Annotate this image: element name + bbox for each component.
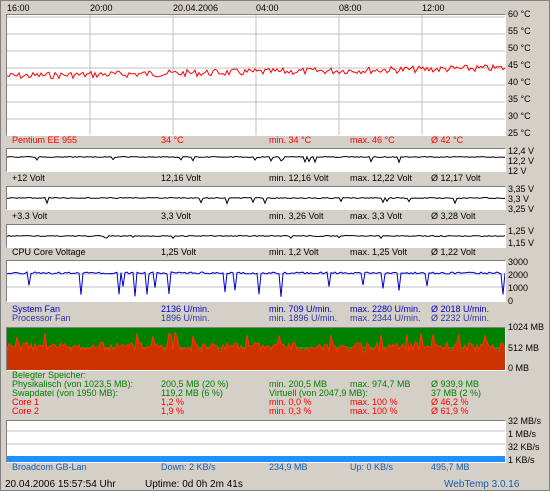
fan-max: max. 2344 U/min. bbox=[350, 313, 421, 323]
y-tick: 3,3 V bbox=[508, 194, 530, 204]
y-tick: 12,4 V bbox=[508, 146, 535, 156]
v12-avg: Ø 12,17 Volt bbox=[431, 173, 481, 183]
v33-graph bbox=[6, 186, 506, 210]
v33-current: 3,3 Volt bbox=[161, 211, 192, 221]
vcore-avg: Ø 1,22 Volt bbox=[431, 247, 476, 257]
temp-max: max. 46 °C bbox=[350, 135, 395, 145]
temp-sensor-name: Pentium EE 955 bbox=[12, 135, 78, 145]
status-datetime: 20.04.2006 15:57:54 Uhr bbox=[5, 479, 116, 490]
y-tick: 1024 MB bbox=[508, 322, 545, 332]
net-up-total: 495,7 MB bbox=[431, 462, 470, 472]
app-version-link[interactable]: WebTemp 3.0.16 bbox=[444, 479, 519, 490]
y-tick: 12 V bbox=[508, 166, 527, 176]
v33-max: max. 3,3 Volt bbox=[350, 211, 403, 221]
status-uptime: Uptime: 0d 0h 2m 41s bbox=[145, 479, 243, 490]
y-tick: 32 MB/s bbox=[508, 416, 542, 426]
y-tick: 512 MB bbox=[508, 343, 540, 353]
y-tick: 40 °C bbox=[508, 77, 531, 87]
y-tick: 2000 bbox=[508, 270, 529, 280]
y-tick: 3000 bbox=[508, 257, 529, 267]
core-avg: Ø 61,9 % bbox=[431, 406, 469, 416]
temperature-chart bbox=[7, 15, 505, 135]
fan-name: Processor Fan bbox=[12, 313, 71, 323]
net-down: Down: 2 KB/s bbox=[161, 462, 216, 472]
vcore-current: 1,25 Volt bbox=[161, 247, 197, 257]
v12-line bbox=[7, 155, 505, 164]
v12-sensor-name: +12 Volt bbox=[12, 173, 45, 183]
y-tick: 32 KB/s bbox=[508, 442, 540, 452]
net-adapter-name: Broadcom GB-Lan bbox=[12, 462, 87, 472]
v33-line bbox=[7, 196, 505, 205]
temp-avg: Ø 42 °C bbox=[431, 135, 464, 145]
fan-current: 1896 U/min. bbox=[161, 313, 210, 323]
fan-min: min. 1896 U/min. bbox=[269, 313, 338, 323]
y-tick: 1,25 V bbox=[508, 226, 535, 236]
y-tick: 55 °C bbox=[508, 26, 531, 36]
webtemp-window: 16:00 20:00 20.04.2006 04:00 08:00 12:00… bbox=[0, 0, 550, 491]
v12-current: 12,16 Volt bbox=[161, 173, 202, 183]
core-min: min. 0,3 % bbox=[269, 406, 312, 416]
v12-graph bbox=[6, 148, 506, 172]
system-fan-line bbox=[7, 271, 505, 297]
y-tick: 1,15 V bbox=[508, 238, 535, 248]
y-tick: 12,2 V bbox=[508, 156, 535, 166]
temp-min: min. 34 °C bbox=[269, 135, 312, 145]
memory-graph bbox=[6, 327, 506, 371]
temp-current: 34 °C bbox=[161, 135, 184, 145]
y-tick: 25 °C bbox=[508, 128, 531, 138]
y-tick: 1000 bbox=[508, 283, 529, 293]
y-tick: 45 °C bbox=[508, 60, 531, 70]
y-tick: 3,25 V bbox=[508, 204, 535, 214]
y-tick: 0 MB bbox=[508, 363, 530, 373]
core-usage-area bbox=[7, 332, 505, 370]
v33-min: min. 3,26 Volt bbox=[269, 211, 324, 221]
net-up: Up: 0 KB/s bbox=[350, 462, 394, 472]
core-max: max. 100 % bbox=[350, 406, 398, 416]
y-tick: 50 °C bbox=[508, 43, 531, 53]
y-tick: 30 °C bbox=[508, 111, 531, 121]
vcore-sensor-name: CPU Core Voltage bbox=[12, 247, 86, 257]
y-tick: 3,35 V bbox=[508, 184, 535, 194]
vcore-min: min. 1,2 Volt bbox=[269, 247, 319, 257]
core-current: 1,9 % bbox=[161, 406, 185, 416]
y-tick: 1 KB/s bbox=[508, 455, 535, 465]
core-name: Core 2 bbox=[12, 406, 40, 416]
fan-avg: Ø 2232 U/min. bbox=[431, 313, 490, 323]
temperature-graph: Pentium EE 955 bbox=[6, 14, 506, 136]
vcore-line bbox=[7, 234, 505, 240]
v12-max: max. 12,22 Volt bbox=[350, 173, 413, 183]
y-tick: 35 °C bbox=[508, 94, 531, 104]
network-graph bbox=[6, 420, 506, 463]
y-tick: 0 bbox=[508, 296, 514, 306]
v33-avg: Ø 3,28 Volt bbox=[431, 211, 476, 221]
net-down-total: 234,9 MB bbox=[269, 462, 308, 472]
vcore-max: max. 1,25 Volt bbox=[350, 247, 408, 257]
vcore-graph bbox=[6, 224, 506, 248]
y-tick: 60 °C bbox=[508, 9, 531, 19]
fan-graph bbox=[6, 260, 506, 302]
v12-min: min. 12,16 Volt bbox=[269, 173, 329, 183]
v33-sensor-name: +3.3 Volt bbox=[12, 211, 48, 221]
y-tick: 1 MB/s bbox=[508, 429, 537, 439]
